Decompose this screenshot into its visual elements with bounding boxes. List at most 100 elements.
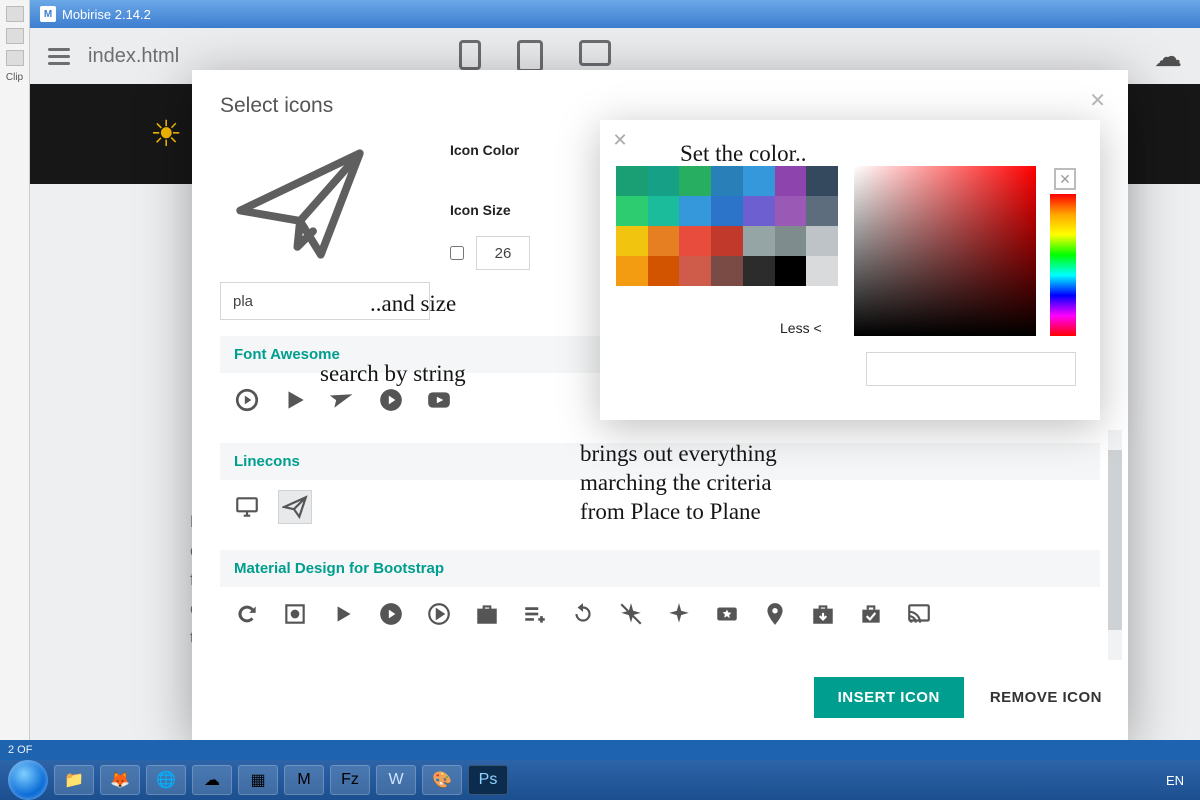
color-swatch[interactable] [806, 196, 838, 226]
pack-header-mdb[interactable]: Material Design for Bootstrap [220, 550, 1100, 587]
color-swatch[interactable] [616, 256, 648, 286]
menu-button[interactable] [48, 48, 70, 65]
window-titlebar: M Mobirise 2.14.2 [30, 0, 1200, 28]
color-swatch[interactable] [711, 196, 743, 226]
taskbar-app-icon[interactable]: ☁ [192, 765, 232, 795]
less-toggle[interactable]: Less < [780, 320, 822, 336]
color-picker-panel: ✕ Less < ✕ [600, 120, 1100, 420]
linecons-icons [220, 480, 1100, 534]
color-swatch[interactable] [775, 226, 807, 256]
replay-icon[interactable] [566, 597, 600, 631]
search-input[interactable] [220, 282, 430, 320]
color-swatch[interactable] [616, 166, 648, 196]
host-ribbon-icon [6, 50, 24, 66]
close-icon[interactable]: ✕ [1089, 88, 1106, 113]
icon-size-input[interactable] [476, 236, 530, 270]
gradient-close-icon[interactable]: ✕ [1054, 168, 1076, 190]
hue-slider[interactable] [1050, 194, 1076, 336]
color-swatch[interactable] [743, 166, 775, 196]
color-swatch[interactable] [775, 196, 807, 226]
display-icon[interactable] [230, 490, 264, 524]
open-file-name: index.html [88, 45, 179, 68]
color-swatch[interactable] [775, 256, 807, 286]
start-button[interactable] [8, 760, 48, 800]
host-ribbon-strip: Clip [0, 0, 30, 760]
color-swatches [616, 166, 838, 286]
taskbar-explorer-icon[interactable]: 📁 [54, 765, 94, 795]
airplane-icon[interactable] [662, 597, 696, 631]
color-swatch[interactable] [806, 166, 838, 196]
sun-icon: ☀ [150, 113, 182, 155]
hex-input[interactable] [866, 352, 1076, 386]
color-swatch[interactable] [648, 166, 680, 196]
taskbar-photoshop-icon[interactable]: Ps [468, 765, 508, 795]
local-play-icon[interactable] [710, 597, 744, 631]
color-swatch[interactable] [711, 166, 743, 196]
color-swatch[interactable] [679, 226, 711, 256]
color-swatch[interactable] [616, 196, 648, 226]
brightness-icon[interactable] [278, 597, 312, 631]
play-outline-icon[interactable] [422, 597, 456, 631]
desktop-icon[interactable] [579, 40, 611, 66]
place-icon[interactable] [758, 597, 792, 631]
publish-icon[interactable]: ☁ [1154, 40, 1182, 73]
icon-color-label: Icon Color [450, 142, 530, 158]
page-indicator: 2 OF [8, 744, 32, 756]
remove-icon-button[interactable]: REMOVE ICON [990, 689, 1102, 706]
color-swatch[interactable] [743, 226, 775, 256]
icon-size-checkbox[interactable] [450, 246, 464, 260]
saturation-gradient[interactable] [854, 166, 1036, 336]
insert-icon-button[interactable]: INSERT ICON [814, 677, 964, 718]
taskbar-language[interactable]: EN [1166, 773, 1184, 788]
play-arrow-icon[interactable] [326, 597, 360, 631]
youtube-play-icon[interactable] [422, 383, 456, 417]
pack-header-linecons[interactable]: Linecons [220, 443, 1100, 480]
plane-icon[interactable] [326, 383, 360, 417]
host-statusbar: 2 OF [0, 740, 1200, 760]
taskbar-app-icon[interactable]: 🎨 [422, 765, 462, 795]
icon-size-label: Icon Size [450, 202, 530, 218]
color-swatch[interactable] [679, 256, 711, 286]
taskbar-word-icon[interactable]: W [376, 765, 416, 795]
taskbar-firefox-icon[interactable]: 🦊 [100, 765, 140, 795]
phone-icon[interactable] [459, 40, 481, 70]
window-title: Mobirise 2.14.2 [62, 7, 151, 22]
taskbar-mobirise-icon[interactable]: M [284, 765, 324, 795]
device-preview-switch[interactable] [459, 40, 611, 72]
check-box-icon[interactable] [854, 597, 888, 631]
taskbar-app-icon[interactable]: ▦ [238, 765, 278, 795]
app-logo-icon: M [40, 6, 56, 22]
color-swatch[interactable] [648, 226, 680, 256]
taskbar-chrome-icon[interactable]: 🌐 [146, 765, 186, 795]
color-swatch[interactable] [616, 226, 648, 256]
color-swatch[interactable] [743, 196, 775, 226]
color-swatch[interactable] [775, 166, 807, 196]
windows-taskbar: 📁 🦊 🌐 ☁ ▦ M Fz W 🎨 Ps EN [0, 760, 1200, 800]
color-swatch[interactable] [711, 256, 743, 286]
color-swatch[interactable] [806, 226, 838, 256]
picker-close-icon[interactable]: ✕ [608, 128, 632, 152]
color-swatch[interactable] [806, 256, 838, 286]
airplane-off-icon[interactable] [614, 597, 648, 631]
briefcase-icon[interactable] [470, 597, 504, 631]
color-swatch[interactable] [648, 256, 680, 286]
play-circle-o-icon[interactable] [230, 383, 264, 417]
play-icon[interactable] [278, 383, 312, 417]
download-box-icon[interactable] [806, 597, 840, 631]
refresh-icon[interactable] [230, 597, 264, 631]
color-swatch[interactable] [711, 226, 743, 256]
playlist-add-icon[interactable] [518, 597, 552, 631]
icon-preview [220, 134, 380, 274]
color-swatch[interactable] [679, 196, 711, 226]
play-filled-icon[interactable] [374, 597, 408, 631]
color-swatch[interactable] [743, 256, 775, 286]
cast-icon[interactable] [902, 597, 936, 631]
color-swatch[interactable] [679, 166, 711, 196]
color-swatch[interactable] [648, 196, 680, 226]
paper-plane-icon[interactable] [278, 490, 312, 524]
scrollbar-thumb[interactable] [1108, 450, 1122, 630]
play-circle-icon[interactable] [374, 383, 408, 417]
taskbar-filezilla-icon[interactable]: Fz [330, 765, 370, 795]
host-ribbon-icon [6, 28, 24, 44]
tablet-icon[interactable] [517, 40, 543, 72]
